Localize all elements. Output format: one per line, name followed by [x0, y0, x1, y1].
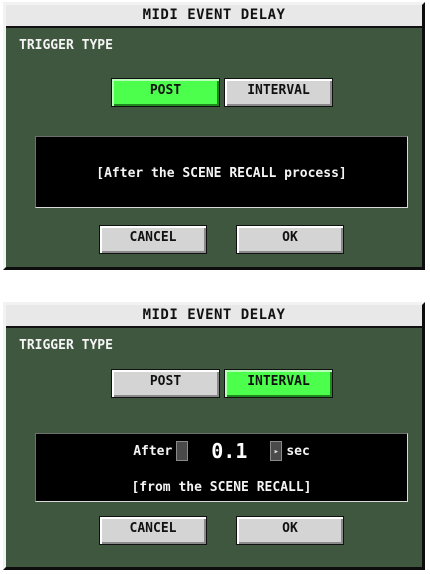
after-label: After [133, 443, 173, 459]
trigger-type-label: TRIGGER TYPE [19, 38, 113, 53]
info-panel: After 0.1 ▸ sec [from the SCENE RECALL] [35, 433, 408, 502]
info-text: [After the SCENE RECALL process] [96, 166, 347, 181]
delay-value-box[interactable]: 0.1 ▸ [176, 440, 283, 462]
info-panel: [After the SCENE RECALL process] [35, 136, 408, 208]
interval-button[interactable]: INTERVAL [224, 369, 333, 398]
trigger-type-label: TRIGGER TYPE [19, 338, 113, 353]
decrement-arrow-icon[interactable] [176, 441, 189, 461]
cancel-button[interactable]: CANCEL [99, 516, 207, 545]
midi-event-delay-dialog-post: MIDI EVENT DELAY TRIGGER TYPE POST INTER… [3, 2, 425, 270]
delay-row: After 0.1 ▸ sec [36, 440, 407, 462]
dialog-title: MIDI EVENT DELAY [6, 305, 422, 328]
delay-value[interactable]: 0.1 [188, 440, 271, 462]
midi-event-delay-dialog-interval: MIDI EVENT DELAY TRIGGER TYPE POST INTER… [3, 302, 425, 570]
interval-button[interactable]: INTERVAL [224, 78, 333, 107]
cancel-button[interactable]: CANCEL [99, 225, 207, 254]
info-text: [from the SCENE RECALL] [131, 480, 312, 495]
post-button[interactable]: POST [111, 78, 220, 107]
increment-arrow-icon[interactable]: ▸ [270, 441, 283, 461]
ok-button[interactable]: OK [236, 516, 344, 545]
sec-unit-label: sec [286, 443, 310, 459]
ok-button[interactable]: OK [236, 225, 344, 254]
post-button[interactable]: POST [111, 369, 220, 398]
dialog-title: MIDI EVENT DELAY [6, 5, 422, 28]
